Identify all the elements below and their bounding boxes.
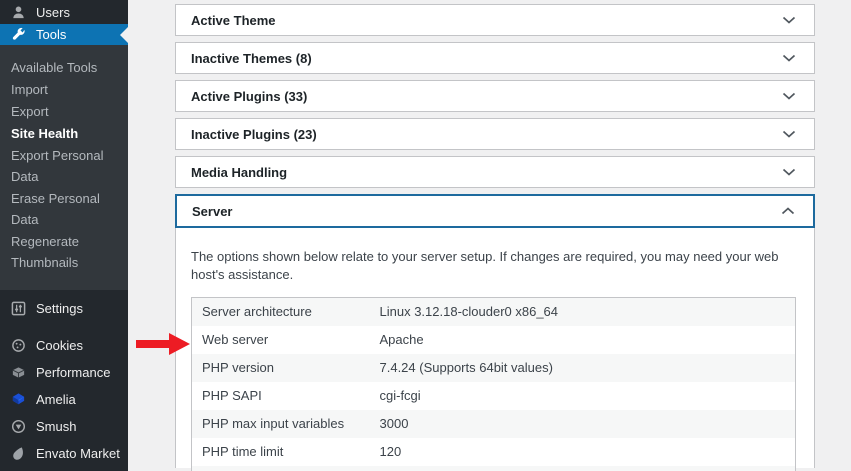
amelia-icon <box>10 391 27 408</box>
row-label: PHP SAPI <box>202 388 262 403</box>
table-row-php-version: PHP version 7.4.24 (Supports 64bit value… <box>191 353 796 382</box>
server-section-description: The options shown below relate to your s… <box>191 249 779 282</box>
chevron-down-icon <box>782 16 796 24</box>
sidebar-item-export-personal-data[interactable]: Export Personal Data <box>11 145 111 187</box>
accordion-active-theme[interactable]: Active Theme <box>175 4 815 36</box>
tools-submenu: Available Tools Import Export Site Healt… <box>0 45 128 290</box>
settings-icon <box>10 300 27 317</box>
row-value: Apache <box>379 332 424 347</box>
row-value: cgi-fcgi <box>379 388 421 403</box>
users-icon <box>10 4 27 21</box>
sidebar-item-erase-personal-data[interactable]: Erase Personal Data <box>11 188 111 230</box>
sidebar-item-label: Tools <box>36 27 67 42</box>
tools-icon <box>10 26 27 43</box>
active-menu-notch <box>120 26 128 43</box>
sidebar-item-smush[interactable]: Smush <box>0 413 128 440</box>
sidebar-item-label: Envato Market <box>36 446 120 461</box>
row-label: PHP max input variables <box>202 416 345 431</box>
row-label: PHP time limit <box>202 444 284 459</box>
table-row-php-memory-limit: PHP memory limit 768M <box>191 465 796 471</box>
sidebar-item-import[interactable]: Import <box>11 79 111 100</box>
accordion-label: Inactive Themes (8) <box>191 50 312 66</box>
table-row-php-sapi: PHP SAPI cgi-fcgi <box>191 381 796 410</box>
sidebar-lower-menu: Settings Cookies Performance Amelia Smus… <box>0 290 128 471</box>
chevron-down-icon <box>782 92 796 100</box>
row-label: PHP memory limit <box>192 466 370 471</box>
accordion-inactive-themes[interactable]: Inactive Themes (8) <box>175 42 815 74</box>
row-label: Web server <box>202 332 269 347</box>
accordion-label: Active Theme <box>191 12 276 28</box>
chevron-up-icon <box>781 207 795 215</box>
row-value: Linux 3.12.18-clouder0 x86_64 <box>379 304 559 320</box>
sidebar-item-label: Amelia <box>36 392 76 407</box>
chevron-down-icon <box>782 130 796 138</box>
sidebar-item-label: Cookies <box>36 338 83 353</box>
accordion-active-plugins[interactable]: Active Plugins (33) <box>175 80 815 112</box>
sidebar-item-label: Smush <box>36 419 77 434</box>
accordion-label: Inactive Plugins (23) <box>191 126 317 142</box>
accordion-media-handling[interactable]: Media Handling <box>175 156 815 188</box>
server-section-body: The options shown below relate to your s… <box>175 228 815 471</box>
sidebar-item-performance[interactable]: Performance <box>0 359 128 386</box>
performance-icon <box>10 364 27 381</box>
sidebar-item-settings[interactable]: Settings <box>0 295 128 322</box>
admin-sidebar: Users Tools Available Tools Import Expor… <box>0 0 128 471</box>
row-value: 3000 <box>379 416 409 431</box>
table-row-server-architecture: Server architecture Linux 3.12.18-cloude… <box>191 297 796 326</box>
sidebar-item-site-health[interactable]: Site Health <box>11 123 111 144</box>
sidebar-item-label: Settings <box>36 301 83 316</box>
row-value: 120 <box>379 444 402 459</box>
accordion-label: Media Handling <box>191 164 288 180</box>
accordion-label: Active Plugins (33) <box>191 88 308 104</box>
row-value: 768M <box>370 466 796 471</box>
row-label: PHP version <box>202 360 275 375</box>
accordion-server[interactable]: Server <box>175 194 815 228</box>
sidebar-item-envato-market[interactable]: Envato Market <box>0 440 128 467</box>
accordion-inactive-plugins[interactable]: Inactive Plugins (23) <box>175 118 815 150</box>
row-value: 7.4.24 (Supports 64bit values) <box>379 360 553 375</box>
sidebar-item-cookies[interactable]: Cookies <box>0 332 128 359</box>
server-info-table: Server architecture Linux 3.12.18-cloude… <box>191 297 796 471</box>
smush-icon <box>10 418 27 435</box>
chevron-down-icon <box>782 54 796 62</box>
table-row-php-time-limit: PHP time limit 120 <box>191 437 796 466</box>
site-health-info-panel: Active Theme Inactive Themes (8) Active … <box>128 0 851 471</box>
accordion-label: Server <box>192 203 233 219</box>
sidebar-item-label: Performance <box>36 365 111 380</box>
cookies-icon <box>10 337 27 354</box>
sidebar-item-label: Users <box>36 4 70 20</box>
sidebar-item-available-tools[interactable]: Available Tools <box>11 57 111 78</box>
chevron-down-icon <box>782 168 796 176</box>
sidebar-item-users[interactable]: Users <box>0 0 128 24</box>
sidebar-item-export[interactable]: Export <box>11 101 111 122</box>
row-label: Server architecture <box>202 304 312 320</box>
sidebar-item-tools[interactable]: Tools <box>0 24 128 45</box>
sidebar-item-regenerate-thumbnails[interactable]: Regenerate Thumbnails <box>11 231 111 273</box>
table-row-php-max-input-variables: PHP max input variables 3000 <box>191 409 796 438</box>
sidebar-item-amelia[interactable]: Amelia <box>0 386 128 413</box>
envato-leaf-icon <box>10 445 27 462</box>
table-row-web-server: Web server Apache <box>191 325 796 354</box>
